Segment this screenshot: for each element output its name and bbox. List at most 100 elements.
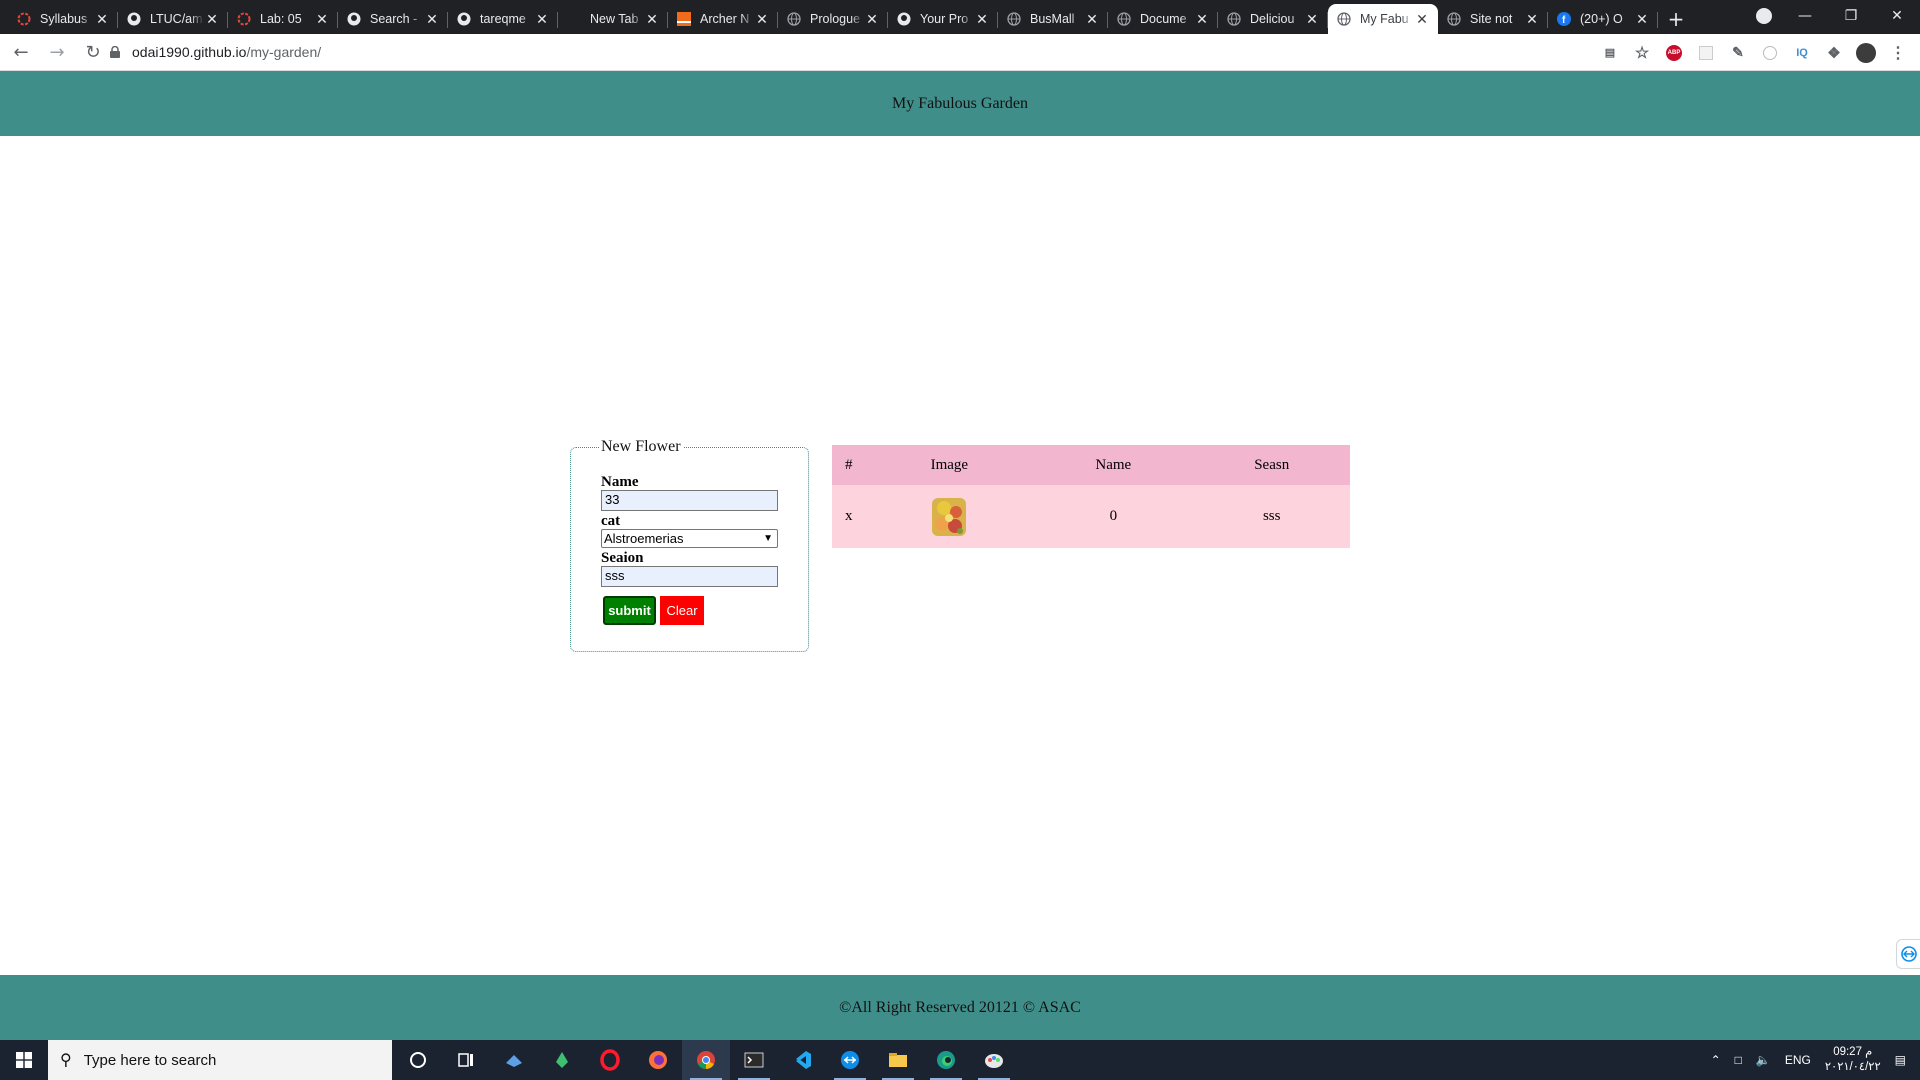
- chevron-up-icon[interactable]: ⌃: [1711, 1053, 1721, 1067]
- browser-tab[interactable]: Syllabus ✕: [8, 4, 118, 34]
- season-cell: sss: [1193, 485, 1350, 548]
- firefox-icon[interactable]: [634, 1040, 682, 1080]
- back-icon[interactable]: ←: [6, 37, 36, 67]
- taskbar-search[interactable]: ⚲ Type here to search: [48, 1040, 392, 1080]
- language-indicator[interactable]: ENG: [1785, 1053, 1811, 1067]
- vscode-icon[interactable]: [778, 1040, 826, 1080]
- teamviewer-side-icon[interactable]: [1896, 939, 1920, 969]
- close-tab-icon[interactable]: ✕: [864, 11, 880, 28]
- reload-icon[interactable]: ↻: [78, 37, 108, 67]
- globe-icon: [1446, 11, 1462, 27]
- eyedropper-icon[interactable]: ✎: [1726, 41, 1750, 65]
- blank-ext-icon[interactable]: [1694, 41, 1718, 65]
- notifications-icon[interactable]: ▤: [1895, 1053, 1906, 1067]
- close-tab-icon[interactable]: ✕: [1304, 11, 1320, 28]
- circle-ext-icon[interactable]: [1758, 41, 1782, 65]
- browser-tab[interactable]: Search - ✕: [338, 4, 448, 34]
- browser-tab[interactable]: tareqme ✕: [448, 4, 558, 34]
- address-bar[interactable]: odai1990.github.io/my-garden/: [108, 38, 1638, 66]
- tab-title: Search -: [370, 12, 418, 26]
- close-tab-icon[interactable]: ✕: [204, 11, 220, 28]
- form-legend: New Flower: [601, 438, 681, 455]
- task-view-icon[interactable]: [442, 1040, 490, 1080]
- site-footer: ©All Right Reserved 20121 © ASAC: [0, 975, 1920, 1040]
- close-tab-icon[interactable]: ✕: [1084, 11, 1100, 28]
- browser-tab[interactable]: Lab: 05 ✕: [228, 4, 338, 34]
- browser-tab[interactable]: Prologue ✕: [778, 4, 888, 34]
- restore-icon[interactable]: ❐: [1828, 0, 1874, 32]
- star-icon[interactable]: ☆: [1630, 41, 1654, 65]
- form-buttons: submit Clear: [603, 596, 778, 625]
- delete-cell[interactable]: x: [832, 485, 866, 548]
- kebab-menu-icon[interactable]: ⋮: [1886, 41, 1910, 65]
- close-window-icon[interactable]: ✕: [1874, 0, 1920, 32]
- orange-square-icon: [676, 11, 692, 27]
- close-tab-icon[interactable]: ✕: [534, 11, 550, 28]
- close-tab-icon[interactable]: ✕: [94, 11, 110, 28]
- abp-icon[interactable]: ABP: [1662, 41, 1686, 65]
- cat-selected-value: Alstroemerias: [604, 531, 684, 546]
- table-row: x 0 sss: [832, 485, 1350, 548]
- browser-tab[interactable]: f (20+) O ✕: [1548, 4, 1658, 34]
- browser-tab[interactable]: My Fabu ✕: [1328, 4, 1438, 34]
- app-blue-icon[interactable]: [490, 1040, 538, 1080]
- puzzle-icon[interactable]: ❖: [1822, 41, 1846, 65]
- browser-tab[interactable]: Deliciou ✕: [1218, 4, 1328, 34]
- system-tray: ⌃ □ 🔈 ENG 09:27 م ٢٠٢١/٠٤/٢٢ ▤: [1711, 1040, 1920, 1080]
- iq-icon[interactable]: IQ: [1790, 41, 1814, 65]
- page-viewport: My Fabulous Garden New Flower Name 33 ca…: [0, 71, 1920, 1040]
- browser-tab[interactable]: Your Pro ✕: [888, 4, 998, 34]
- file-explorer-icon[interactable]: [874, 1040, 922, 1080]
- forward-icon[interactable]: →: [42, 37, 72, 67]
- browser-tab[interactable]: Docume ✕: [1108, 4, 1218, 34]
- teamviewer-icon[interactable]: [826, 1040, 874, 1080]
- tab-title: My Fabu: [1360, 12, 1409, 26]
- browser-tab[interactable]: BusMall ✕: [998, 4, 1108, 34]
- app-green-icon[interactable]: [538, 1040, 586, 1080]
- github-icon: [126, 11, 142, 27]
- cortana-icon[interactable]: [394, 1040, 442, 1080]
- browser-tab[interactable]: New Tab ✕: [558, 4, 668, 34]
- windows-start-icon[interactable]: [0, 1040, 48, 1080]
- translate-icon[interactable]: ▤: [1598, 41, 1622, 65]
- close-tab-icon[interactable]: ✕: [1194, 11, 1210, 28]
- cat-select[interactable]: Alstroemerias ▼: [601, 529, 778, 548]
- season-input[interactable]: sss: [601, 566, 778, 587]
- profile-avatar-icon[interactable]: [1854, 41, 1878, 65]
- extensions-area: ▤ ☆ ABP ✎ IQ ❖ ⋮: [1598, 34, 1910, 71]
- close-tab-icon[interactable]: ✕: [644, 11, 660, 28]
- chevron-down-icon: ▼: [763, 533, 773, 544]
- tab-title: BusMall: [1030, 12, 1075, 26]
- lock-icon[interactable]: [108, 46, 122, 58]
- clear-button[interactable]: Clear: [660, 596, 704, 625]
- browser-tab[interactable]: Archer N ✕: [668, 4, 778, 34]
- edge-icon[interactable]: [922, 1040, 970, 1080]
- taskbar-search-placeholder: Type here to search: [83, 1051, 217, 1069]
- close-tab-icon[interactable]: ✕: [974, 11, 990, 28]
- header-season: Seasn: [1193, 445, 1350, 485]
- chrome-icon[interactable]: [682, 1040, 730, 1080]
- close-tab-icon[interactable]: ✕: [1634, 11, 1650, 28]
- tab-title: LTUC/am: [150, 12, 203, 26]
- minimize-icon[interactable]: —: [1782, 0, 1828, 32]
- network-icon[interactable]: □: [1735, 1053, 1742, 1067]
- close-tab-icon[interactable]: ✕: [1414, 11, 1430, 28]
- volume-icon[interactable]: 🔈: [1756, 1053, 1771, 1067]
- browser-tab[interactable]: LTUC/am ✕: [118, 4, 228, 34]
- close-tab-icon[interactable]: ✕: [1524, 11, 1540, 28]
- opera-icon[interactable]: [586, 1040, 634, 1080]
- github-icon: [346, 11, 362, 27]
- close-tab-icon[interactable]: ✕: [754, 11, 770, 28]
- terminal-icon[interactable]: [730, 1040, 778, 1080]
- close-tab-icon[interactable]: ✕: [314, 11, 330, 28]
- new-tab-button[interactable]: +: [1662, 4, 1690, 34]
- close-tab-icon[interactable]: ✕: [424, 11, 440, 28]
- header-image: Image: [865, 445, 1034, 485]
- name-input[interactable]: 33: [601, 490, 778, 511]
- submit-button[interactable]: submit: [603, 596, 656, 625]
- tab-search-icon[interactable]: [1756, 8, 1772, 24]
- paint-icon[interactable]: [970, 1040, 1018, 1080]
- browser-tab[interactable]: Site not ✕: [1438, 4, 1548, 34]
- table-header-row: # Image Name Seasn: [832, 445, 1350, 485]
- clock[interactable]: 09:27 م ٢٠٢١/٠٤/٢٢: [1825, 1045, 1881, 1075]
